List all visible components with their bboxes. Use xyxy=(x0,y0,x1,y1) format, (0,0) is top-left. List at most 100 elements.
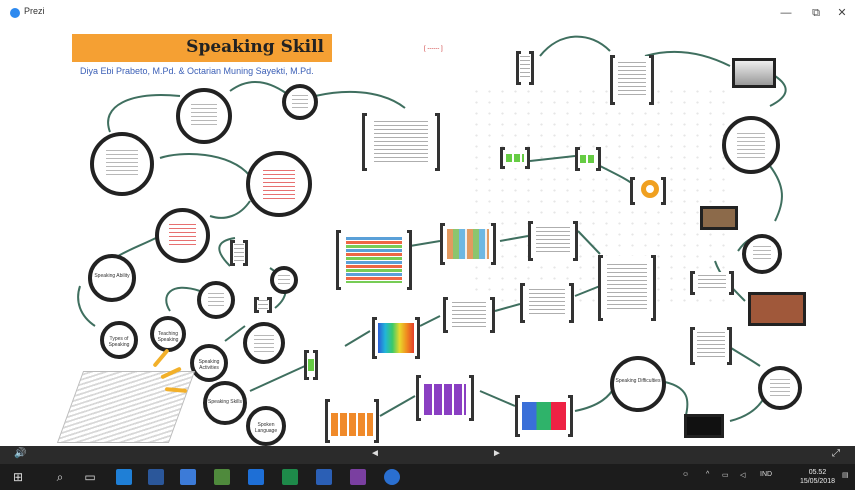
frame-circle[interactable] xyxy=(742,234,782,274)
arrow-path xyxy=(769,165,783,222)
minimize-button[interactable]: — xyxy=(776,4,796,22)
frame-bracket-text[interactable] xyxy=(610,55,654,105)
frame-circle[interactable] xyxy=(282,84,318,120)
arrow-path xyxy=(529,155,576,162)
search-button[interactable]: ⌕ xyxy=(52,469,68,485)
arrow-path xyxy=(409,240,441,247)
frame-bracket-orange[interactable] xyxy=(325,399,379,443)
task-view-button[interactable]: ▭ xyxy=(82,469,98,485)
frame-photo-people[interactable] xyxy=(700,206,738,230)
frame-bracket-chart[interactable] xyxy=(336,230,412,290)
arrow-path xyxy=(499,235,529,242)
frame-bracket-text[interactable] xyxy=(598,255,656,321)
frame-circle[interactable] xyxy=(176,88,232,144)
presentation-canvas[interactable]: Speaking Skill Diya Ebi Prabeto, M.Pd. &… xyxy=(0,26,855,446)
arrow-path xyxy=(379,395,416,417)
previous-step-button[interactable]: ◄ xyxy=(370,448,380,459)
arrow-path xyxy=(249,365,306,392)
prezi-app-icon xyxy=(10,8,20,18)
frame-circle[interactable] xyxy=(758,366,802,410)
arrow-path xyxy=(159,153,251,177)
frame-bracket-text[interactable] xyxy=(443,297,495,333)
people-icon[interactable]: ☺ xyxy=(682,471,689,478)
hyperlink-frame[interactable]: [ ------ ] xyxy=(424,46,443,52)
language-indicator[interactable]: IND xyxy=(760,471,772,478)
frame-bracket-text[interactable] xyxy=(528,221,578,261)
arrow-path xyxy=(165,286,201,312)
frame-bracket[interactable] xyxy=(690,271,734,295)
frame-photo[interactable] xyxy=(732,58,776,88)
frame-video[interactable] xyxy=(684,414,724,438)
restore-button[interactable]: ⧉ xyxy=(806,4,826,22)
arrow-path xyxy=(209,200,251,219)
frame-circle[interactable] xyxy=(270,266,298,294)
arrow-path xyxy=(494,303,521,312)
frame-bracket-small[interactable] xyxy=(575,147,601,171)
system-clock[interactable]: 05.52 15/05/2018 xyxy=(800,468,835,486)
close-button[interactable]: ✕ xyxy=(832,4,852,22)
arrow-path xyxy=(729,395,766,422)
mail-app-icon[interactable] xyxy=(180,469,196,485)
arrow-path xyxy=(574,385,616,412)
arrow-path xyxy=(479,390,516,407)
frame-circle-speaking-ability[interactable]: Speaking Ability xyxy=(88,254,136,302)
frame-bracket-purple[interactable] xyxy=(416,375,474,421)
powerpoint-app-icon[interactable] xyxy=(248,469,264,485)
network-icon[interactable]: ▭ xyxy=(722,471,729,479)
frame-bracket-tiles[interactable] xyxy=(515,395,573,437)
node-label: Teaching Speaking xyxy=(157,330,179,343)
edge-app-icon[interactable] xyxy=(116,469,132,485)
frame-circle-teaching[interactable]: Teaching Speaking xyxy=(150,316,186,352)
arrow-path xyxy=(224,325,246,342)
volume-button[interactable]: 🔊 xyxy=(14,448,26,459)
windows-taskbar: ⊞ ⌕ ▭ ☺ ^ ▭ ◁ IND 05.52 15/05/2018 ▤ xyxy=(0,464,855,490)
frame-bracket[interactable] xyxy=(516,51,534,85)
start-button[interactable]: ⊞ xyxy=(10,469,26,485)
frame-circle[interactable] xyxy=(90,132,154,196)
frame-circle-skills[interactable]: Speaking Skills xyxy=(203,381,247,425)
frame-bracket-table[interactable] xyxy=(440,223,496,265)
presentation-title: Speaking Skill xyxy=(186,37,324,57)
frame-bracket-ring[interactable] xyxy=(630,177,666,205)
clock-date: 15/05/2018 xyxy=(799,478,835,485)
tray-chevron-icon[interactable]: ^ xyxy=(706,471,709,478)
arrow-path xyxy=(574,285,601,297)
frame-circle[interactable] xyxy=(197,281,235,319)
authors-line: Diya Ebi Prabeto, M.Pd. & Octarian Munin… xyxy=(80,66,314,76)
word-app-icon[interactable] xyxy=(316,469,332,485)
clock-time: 05.52 xyxy=(808,469,827,476)
excel-app-icon[interactable] xyxy=(282,469,298,485)
frame-bracket-small[interactable] xyxy=(304,350,318,380)
arrow-path xyxy=(344,330,371,347)
frame-bracket-colors[interactable] xyxy=(372,317,420,359)
frame-circle[interactable] xyxy=(243,322,285,364)
arrow-path xyxy=(644,50,731,67)
frame-circle-activities[interactable]: Speaking Activities xyxy=(190,344,228,382)
fullscreen-button[interactable]: ⤢ xyxy=(832,448,840,459)
frame-circle-difficulties[interactable]: Speaking Difficulties xyxy=(610,356,666,412)
frame-bracket[interactable] xyxy=(254,297,272,313)
frame-circle[interactable] xyxy=(155,208,210,263)
node-label: Speaking Difficulties xyxy=(615,378,661,385)
arrow-path xyxy=(114,235,161,259)
prezi-app-icon-active[interactable] xyxy=(384,469,400,485)
frame-bracket-text[interactable] xyxy=(362,113,440,171)
frame-circle-spoken[interactable]: Spoken Language xyxy=(246,406,286,446)
arrow-path xyxy=(419,315,441,327)
frame-bracket-small[interactable] xyxy=(500,147,530,169)
frame-bracket-text[interactable] xyxy=(520,283,574,323)
photos-app-icon[interactable] xyxy=(214,469,230,485)
frame-circle-types[interactable]: Types of Speaking xyxy=(100,321,138,359)
arrow-path xyxy=(229,80,291,97)
frame-circle[interactable] xyxy=(246,151,312,217)
notifications-icon[interactable]: ▤ xyxy=(842,471,849,479)
store-app-icon[interactable] xyxy=(148,469,164,485)
frame-bracket-text[interactable] xyxy=(690,327,732,365)
next-step-button[interactable]: ► xyxy=(492,448,502,459)
frame-circle[interactable] xyxy=(722,116,780,174)
title-banner: Speaking Skill xyxy=(72,34,332,62)
onenote-app-icon[interactable] xyxy=(350,469,366,485)
speaker-icon[interactable]: ◁ xyxy=(740,471,745,479)
frame-photo-classroom[interactable] xyxy=(748,292,806,326)
frame-bracket[interactable] xyxy=(230,240,248,266)
